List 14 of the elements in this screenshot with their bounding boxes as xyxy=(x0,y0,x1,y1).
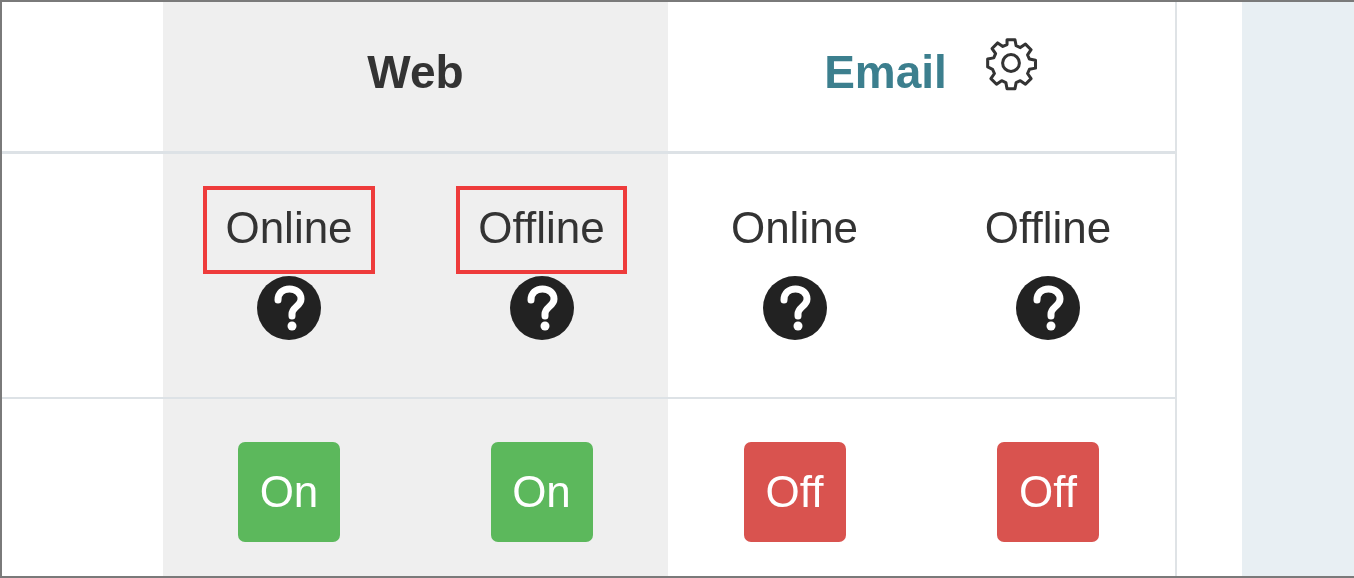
toggle-button[interactable]: Off xyxy=(997,442,1099,542)
help-icon[interactable] xyxy=(1016,276,1080,341)
toggle-button[interactable]: On xyxy=(238,442,340,542)
mode-label: Offline xyxy=(983,202,1113,254)
toggle-button[interactable]: On xyxy=(490,442,593,542)
help-icon[interactable] xyxy=(257,276,321,341)
toggle-button[interactable]: Off xyxy=(743,442,846,542)
channel-header: Web xyxy=(367,44,464,99)
channel-header[interactable]: Email xyxy=(824,44,947,99)
help-icon[interactable] xyxy=(509,276,574,341)
help-icon[interactable] xyxy=(762,276,827,341)
mode-label: Offline xyxy=(456,186,627,275)
mode-label: Online xyxy=(203,186,375,275)
mode-label: Online xyxy=(729,202,860,254)
